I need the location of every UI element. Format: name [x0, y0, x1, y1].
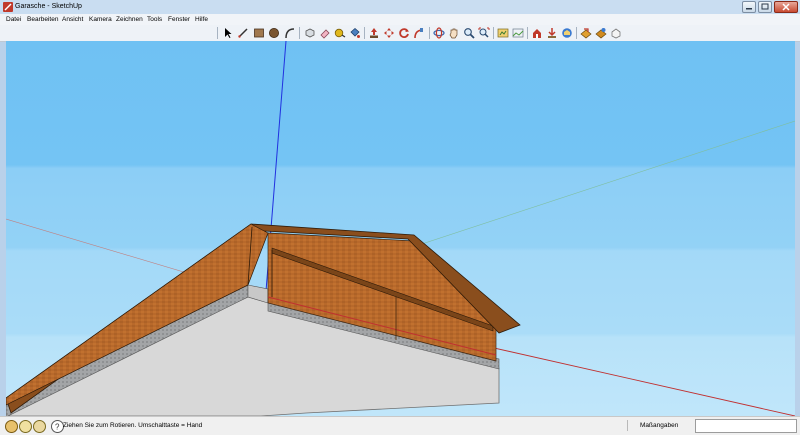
toolbar-separator	[299, 27, 300, 39]
title-bar: Garasche - SketchUp	[0, 0, 800, 15]
menu-kamera[interactable]: Kamera	[89, 16, 112, 23]
menu-fenster[interactable]: Fenster	[168, 16, 190, 23]
status-message: Ziehen Sie zum Rotieren. Umschalttaste =…	[63, 422, 203, 429]
share-component-icon[interactable]	[580, 27, 592, 39]
get-models-icon[interactable]	[546, 27, 558, 39]
circle-icon[interactable]	[268, 27, 280, 39]
menu-tools[interactable]: Tools	[147, 16, 162, 23]
menu-bar: Datei Bearbeiten Ansicht Kamera Zeichnen…	[0, 14, 800, 25]
move-icon[interactable]	[383, 27, 395, 39]
measurements-label-area: Maßangaben	[627, 420, 694, 431]
geo-location-icon[interactable]	[5, 420, 18, 433]
status-bar: ? Ziehen Sie zum Rotieren. Umschalttaste…	[0, 416, 800, 435]
preview-google-earth-icon[interactable]	[531, 27, 543, 39]
zoom-extents-icon[interactable]	[478, 27, 490, 39]
main-toolbar	[0, 25, 800, 42]
drawing-viewport[interactable]	[6, 41, 795, 416]
sandbox-icon[interactable]	[610, 27, 622, 39]
measurements-label: Maßangaben	[640, 422, 679, 429]
menu-bearbeiten[interactable]: Bearbeiten	[27, 16, 58, 23]
window-title: Garasche - SketchUp	[15, 3, 82, 10]
eraser-icon[interactable]	[319, 27, 331, 39]
measurements-input[interactable]	[695, 419, 797, 433]
make-component-icon[interactable]	[304, 27, 316, 39]
sketchup-app-icon[interactable]	[3, 2, 13, 12]
menu-datei[interactable]: Datei	[6, 16, 21, 23]
select-icon[interactable]	[222, 27, 234, 39]
menu-hilfe[interactable]: Hilfe	[195, 16, 208, 23]
share-model-icon[interactable]	[561, 27, 573, 39]
add-location-icon[interactable]	[497, 27, 509, 39]
toolbar-separator	[429, 27, 430, 39]
pan-icon[interactable]	[448, 27, 460, 39]
line-icon[interactable]	[237, 27, 249, 39]
menu-zeichnen[interactable]: Zeichnen	[116, 16, 143, 23]
toolbar-separator	[364, 27, 365, 39]
follow-me-icon[interactable]	[413, 27, 425, 39]
model-scene[interactable]	[6, 41, 795, 416]
minimize-button[interactable]	[742, 1, 756, 13]
toolbar-separator	[527, 27, 528, 39]
arc-icon[interactable]	[284, 27, 296, 39]
maximize-button[interactable]	[758, 1, 772, 13]
user-icon[interactable]	[33, 420, 46, 433]
toolbar-separator	[493, 27, 494, 39]
rectangle-icon[interactable]	[253, 27, 265, 39]
orbit-icon[interactable]	[433, 27, 445, 39]
push-pull-icon[interactable]	[368, 27, 380, 39]
paint-bucket-icon[interactable]	[349, 27, 361, 39]
toggle-terrain-icon[interactable]	[512, 27, 524, 39]
tape-measure-icon[interactable]	[334, 27, 346, 39]
svg-text:?: ?	[55, 423, 60, 432]
menu-ansicht[interactable]: Ansicht	[62, 16, 83, 23]
rotate-icon[interactable]	[398, 27, 410, 39]
toolbar-separator	[576, 27, 577, 39]
google-earth-icon[interactable]	[595, 27, 607, 39]
toolbar-separator	[217, 27, 218, 39]
credits-icon[interactable]	[19, 420, 32, 433]
zoom-icon[interactable]	[463, 27, 475, 39]
close-button[interactable]	[774, 1, 798, 13]
